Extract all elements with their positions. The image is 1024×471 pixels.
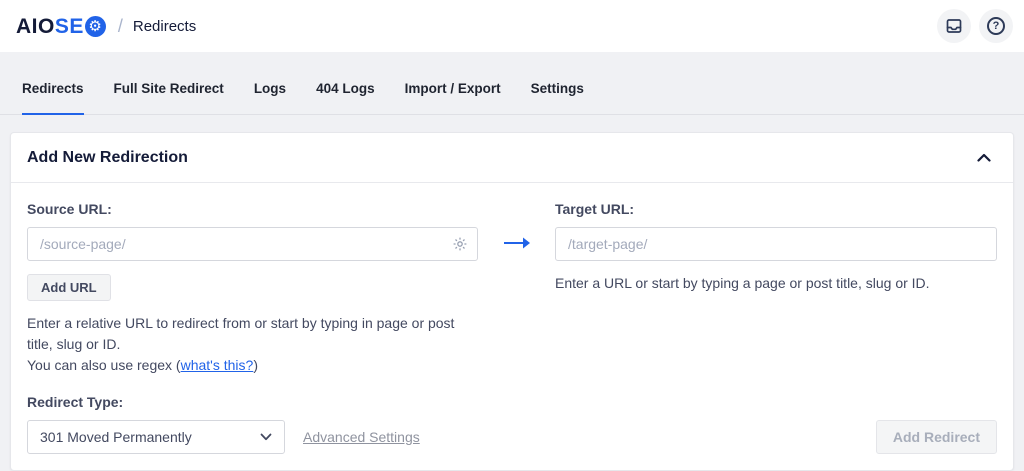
source-help-line1: Enter a relative URL to redirect from or… [27,315,454,352]
tab-import-export[interactable]: Import / Export [405,81,501,115]
target-url-label: Target URL: [555,201,997,217]
whats-this-link[interactable]: what's this? [181,357,254,373]
breadcrumb-separator: / [118,16,123,37]
app-header: AIOSE⚙ / Redirects ? [0,0,1024,52]
target-url-help-text: Enter a URL or start by typing a page or… [555,273,997,294]
tab-404-logs[interactable]: 404 Logs [316,81,375,115]
collapse-panel-button[interactable] [973,149,995,166]
panel-body: Source URL: Add URL Enter a relative URL… [11,183,1013,470]
tab-logs[interactable]: Logs [254,81,286,115]
target-url-input[interactable] [555,227,997,261]
source-url-label: Source URL: [27,201,478,217]
question-mark-icon: ? [987,17,1005,35]
chevron-down-icon [260,433,272,441]
chevron-up-icon [977,153,991,162]
redirect-type-label: Redirect Type: [27,394,285,410]
source-help-line2-suffix: ) [253,357,258,373]
add-redirect-button[interactable]: Add Redirect [876,420,997,454]
source-url-input[interactable] [27,227,478,261]
logo-text-se: SE [55,16,84,37]
add-new-redirection-panel: Add New Redirection Source URL: [10,132,1014,471]
help-button[interactable]: ? [979,9,1013,43]
logo-gear-icon: ⚙ [85,16,106,37]
redirect-type-select[interactable]: 301 Moved Permanently [27,420,285,454]
tab-redirects[interactable]: Redirects [22,81,84,115]
source-url-options-gear-icon[interactable] [452,236,468,252]
source-url-help-text: Enter a relative URL to redirect from or… [27,313,478,376]
right-arrow-icon [503,236,531,250]
add-url-button[interactable]: Add URL [27,274,111,301]
redirect-type-selected-value: 301 Moved Permanently [40,429,192,445]
tab-bar: Redirects Full Site Redirect Logs 404 Lo… [0,52,1024,115]
breadcrumb-current-page: Redirects [133,18,196,35]
notifications-inbox-button[interactable] [937,9,971,43]
tab-full-site-redirect[interactable]: Full Site Redirect [114,81,224,115]
panel-title: Add New Redirection [27,149,188,167]
tab-settings[interactable]: Settings [531,81,584,115]
panel-header: Add New Redirection [11,133,1013,183]
advanced-settings-link[interactable]: Advanced Settings [303,429,420,445]
source-help-line2-prefix: You can also use regex ( [27,357,181,373]
aioseo-logo: AIOSE⚙ [16,16,106,37]
logo-text-aio: AIO [16,16,55,37]
inbox-icon [945,17,963,35]
